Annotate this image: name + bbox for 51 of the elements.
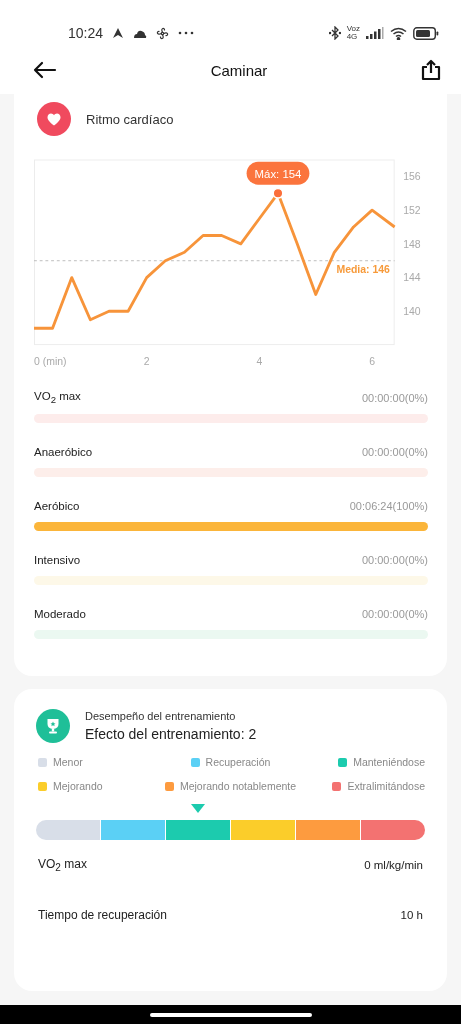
network-type: 4G (346, 33, 359, 41)
legend-label: Mejorando (53, 780, 103, 792)
section-title: Efecto del entrenamiento: 2 (85, 726, 257, 742)
zone-duration: 00:00:00(0%) (361, 608, 428, 620)
zone-label: VO$_{2}$ max (34, 390, 81, 406)
zone-duration: 00:06:24(100%) (349, 500, 428, 512)
axis-label: 6 (369, 356, 375, 368)
average-label: Media: 146 (336, 264, 390, 276)
axis-label: 156 (403, 171, 421, 183)
navigation-icon (112, 27, 125, 39)
section-title: Ritmo cardíaco (86, 111, 174, 127)
zone-duration: 00:00:00(0%) (361, 446, 428, 458)
signal-icon (366, 27, 384, 39)
legend-label: Mejorando notablemente (179, 780, 297, 792)
more-icon (178, 31, 195, 35)
legend-label: Manteniéndose (353, 756, 425, 768)
zone-label: Intensivo (34, 554, 81, 566)
axis-label: 2 (143, 356, 150, 368)
status-time: 10:24 (68, 25, 104, 41)
zone-label: Moderado (34, 608, 86, 620)
axis-label: 152 (403, 204, 421, 216)
page-title: Caminar (210, 61, 268, 79)
metric-label: Tiempo de recuperación (38, 908, 167, 922)
back-icon[interactable] (33, 61, 57, 79)
bluetooth-icon (328, 26, 341, 40)
metric-label: VO$_{2}$ max (38, 856, 87, 874)
max-tooltip: Máx: 154 (246, 161, 310, 185)
legend-label: Menor (53, 756, 83, 768)
home-indicator[interactable] (149, 1012, 312, 1017)
wifi-icon (390, 26, 407, 40)
zone-duration: 00:00:00(0%) (361, 392, 428, 404)
metric-value: 10 h (400, 909, 423, 921)
axis-label: 144 (403, 272, 421, 284)
axis-label: 148 (403, 238, 421, 250)
trophy-icon (36, 709, 70, 743)
share-icon[interactable] (421, 59, 441, 81)
zone-duration: 00:00:00(0%) (361, 554, 428, 566)
network-label: Voz (346, 25, 360, 33)
peak-marker (272, 187, 284, 199)
axis-label: 4 (256, 356, 263, 368)
axis-label: 140 (403, 306, 421, 318)
fan-icon (156, 26, 170, 40)
metric-value: 0 ml/kg/min (364, 859, 423, 871)
zone-label: Aeróbico (34, 500, 80, 512)
legend-label: Extralimitándose (347, 780, 425, 792)
battery-icon (413, 26, 439, 40)
axis-label: 0 (min) (34, 356, 67, 368)
section-subtitle: Desempeño del entrenamiento (85, 710, 237, 722)
cloud-icon (133, 28, 148, 38)
zone-label: Anaeróbico (34, 446, 93, 458)
legend-label: Recuperación (205, 756, 271, 768)
